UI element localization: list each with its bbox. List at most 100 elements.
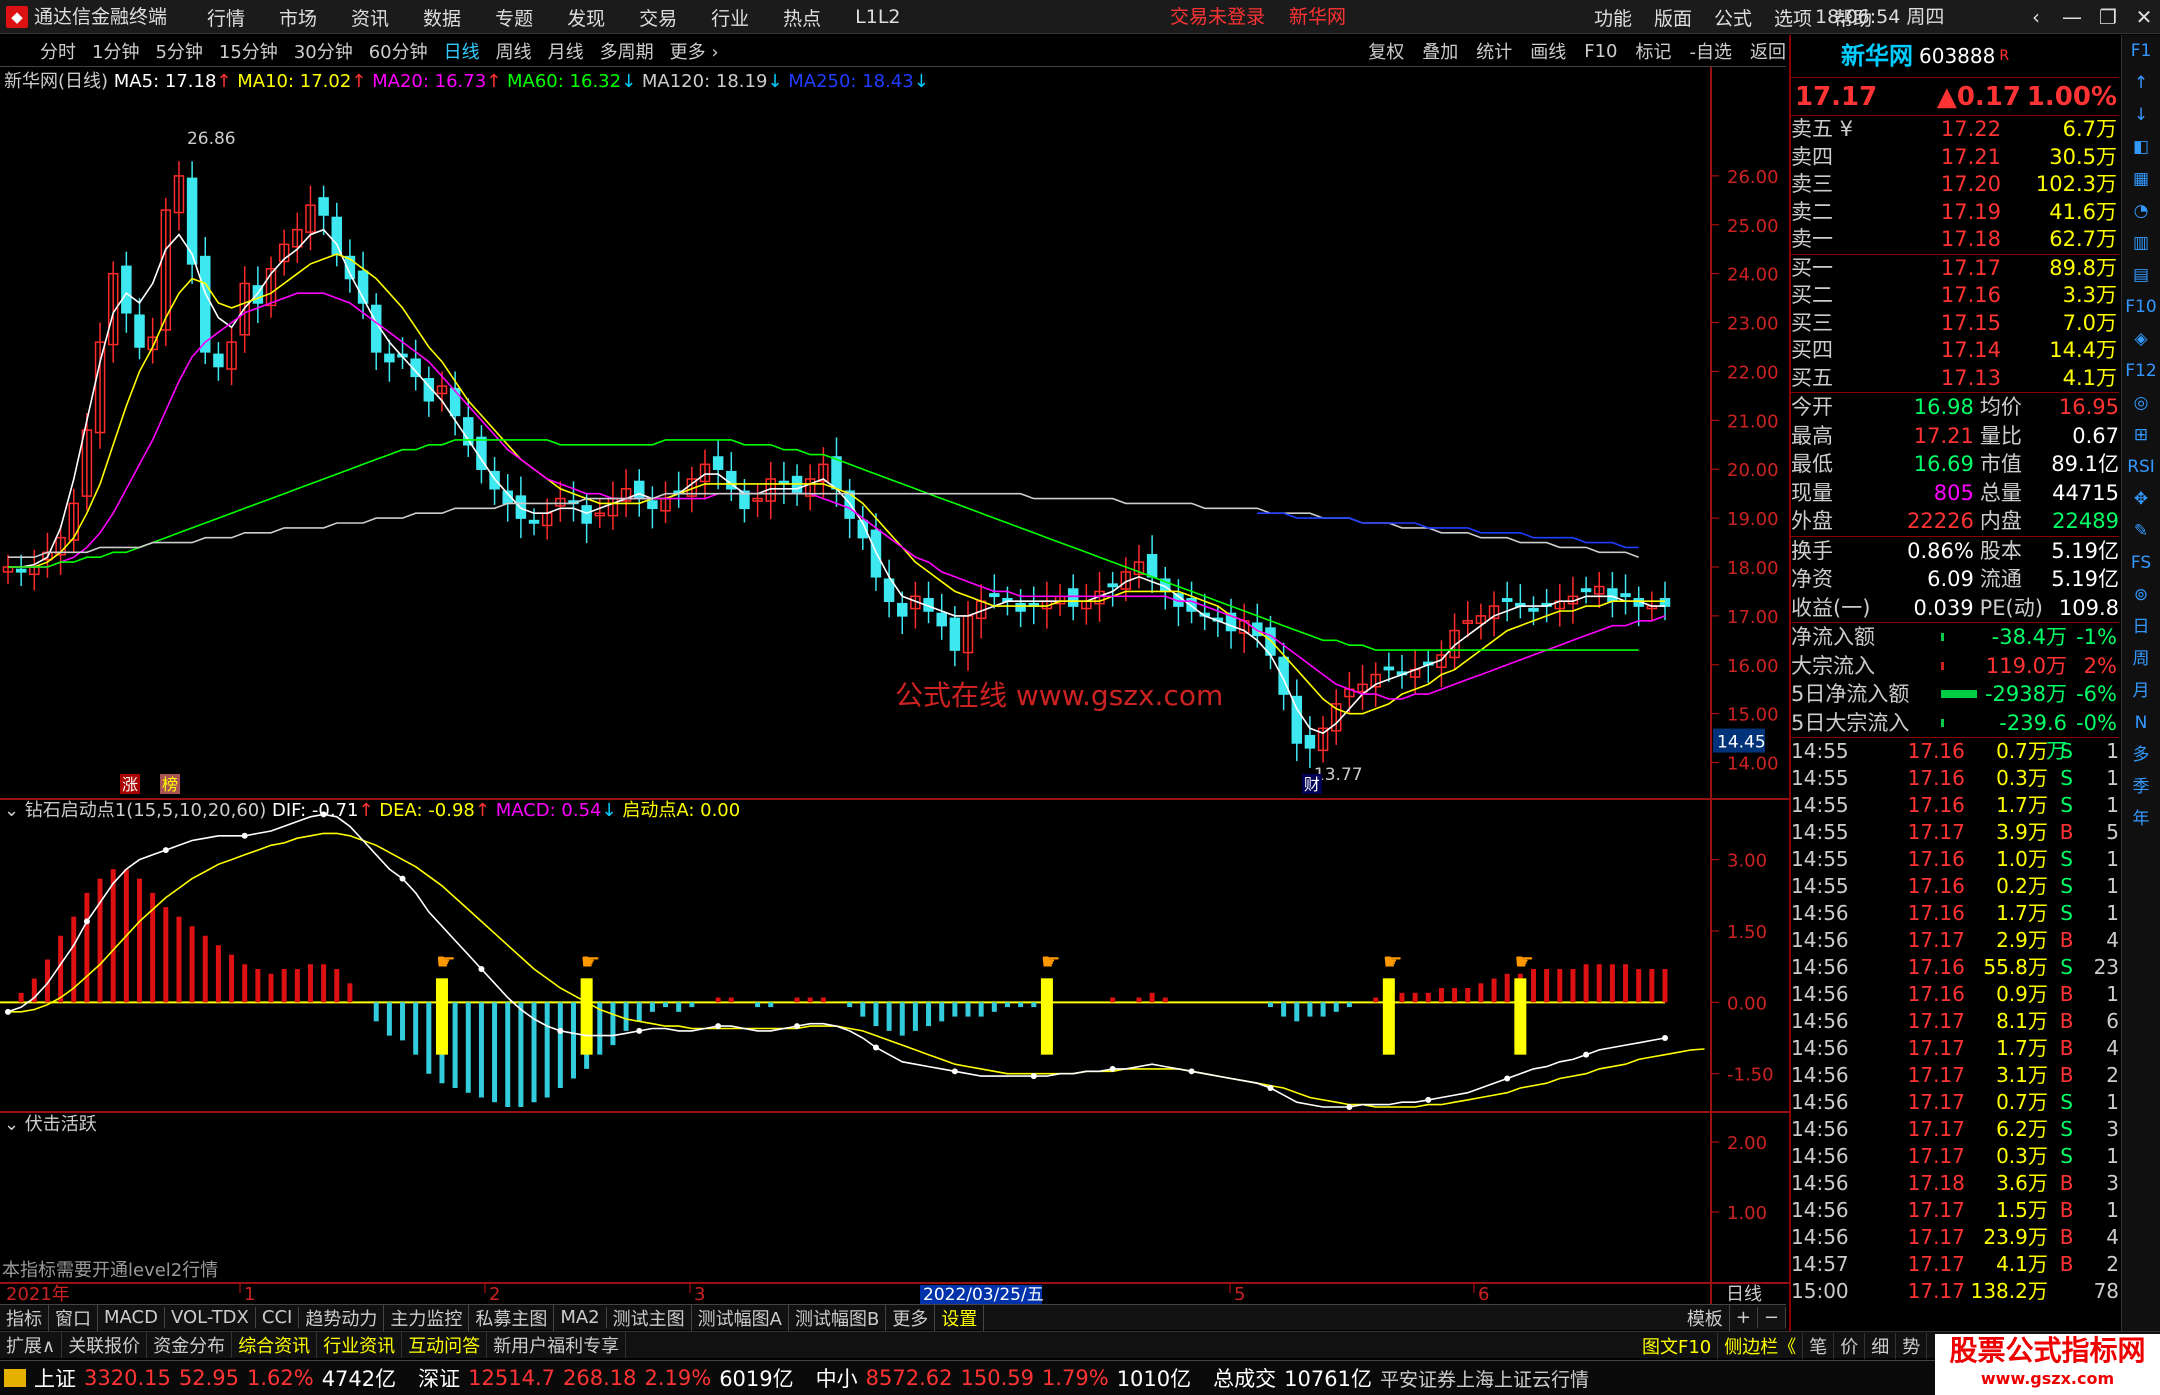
tick-row[interactable]: 14:56 17.17 8.1万 B 6 <box>1791 1008 2119 1035</box>
tick-row[interactable]: 14:56 17.17 23.9万 B 4 <box>1791 1224 2119 1251</box>
indicator-tab-7[interactable]: 私募主图 <box>469 1304 555 1331</box>
menu-item-4[interactable]: 专题 <box>495 4 533 31</box>
back-icon[interactable]: ‹ <box>2018 5 2054 29</box>
panel-toggle-3[interactable]: 价 <box>1834 1332 1866 1359</box>
tick-row[interactable]: 14:57 17.17 4.1万 B 2 <box>1791 1251 2119 1278</box>
tick-row[interactable]: 14:56 17.16 0.9万 B 1 <box>1791 981 2119 1008</box>
extension-tab-5[interactable]: 互动问答 <box>402 1332 488 1358</box>
index-name[interactable]: 上证 <box>34 1363 76 1393</box>
login-warning[interactable]: 交易未登录 新华网 <box>1170 0 1346 34</box>
index-name[interactable]: 中小 <box>816 1363 858 1393</box>
tick-row[interactable]: 15:00 17.17 138.2万 78 <box>1791 1278 2119 1305</box>
panel-toggle-5[interactable]: 势 <box>1896 1332 1928 1359</box>
tool-button-2[interactable]: 统计 <box>1476 38 1512 64</box>
tick-row[interactable]: 14:56 17.18 3.6万 B 3 <box>1791 1170 2119 1197</box>
indicator-tab-5[interactable]: 趋势动力 <box>299 1304 385 1331</box>
panel-toggle-4[interactable]: 细 <box>1865 1332 1897 1359</box>
panel-toggle-0[interactable]: 图文F10 <box>1636 1332 1719 1359</box>
menu-item-5[interactable]: 发现 <box>567 4 605 31</box>
menu-item-6[interactable]: 交易 <box>639 4 677 31</box>
period-tab-4[interactable]: 30分钟 <box>294 38 353 64</box>
period-tab-0[interactable]: 分时 <box>40 38 76 64</box>
close-icon[interactable]: ✕ <box>2126 5 2160 29</box>
extension-tab-2[interactable]: 资金分布 <box>147 1332 233 1358</box>
tick-row[interactable]: 14:56 17.16 55.8万 S 23 <box>1791 954 2119 981</box>
side-icon-15[interactable]: ✎ <box>2122 515 2160 547</box>
tick-row[interactable]: 14:56 17.16 1.7万 S 1 <box>1791 900 2119 927</box>
tick-row[interactable]: 14:55 17.16 0.2万 S 1 <box>1791 873 2119 900</box>
menu-item-8[interactable]: 热点 <box>783 4 821 31</box>
tool-button-6[interactable]: -自选 <box>1690 38 1733 64</box>
side-icon-14[interactable]: ✥ <box>2122 483 2160 515</box>
extension-tab-3[interactable]: 综合资讯 <box>232 1332 318 1358</box>
side-icon-18[interactable]: 日 <box>2122 611 2160 643</box>
extension-tab-6[interactable]: 新用户福利专享 <box>487 1332 627 1358</box>
tick-row[interactable]: 14:56 17.17 1.5万 B 1 <box>1791 1197 2119 1224</box>
template-button-0[interactable]: 模板 <box>1681 1304 1730 1331</box>
panel-toggle-1[interactable]: 侧边栏《 <box>1718 1332 1804 1359</box>
side-icon-13[interactable]: RSI <box>2122 451 2160 483</box>
side-icon-7[interactable]: ▤ <box>2122 259 2160 291</box>
menu-item-9[interactable]: L1L2 <box>855 6 900 28</box>
menu-item-0[interactable]: 行情 <box>207 4 245 31</box>
period-tab-5[interactable]: 60分钟 <box>369 38 428 64</box>
tick-row[interactable]: 14:56 17.17 0.3万 S 1 <box>1791 1143 2119 1170</box>
side-icon-8[interactable]: F10 <box>2122 291 2160 323</box>
side-icon-4[interactable]: ▦ <box>2122 163 2160 195</box>
indicator-tab-9[interactable]: 测试主图 <box>607 1304 692 1331</box>
tick-row[interactable]: 14:56 17.17 3.1万 B 2 <box>1791 1062 2119 1089</box>
menu-item-2[interactable]: 资讯 <box>351 4 389 31</box>
period-tab-6[interactable]: 日线 <box>444 38 480 64</box>
side-icon-19[interactable]: 周 <box>2122 643 2160 675</box>
tick-row[interactable]: 14:56 17.17 1.7万 B 4 <box>1791 1035 2119 1062</box>
side-icon-2[interactable]: ↓ <box>2122 99 2160 131</box>
menu-item-1[interactable]: 市场 <box>279 4 317 31</box>
tick-row[interactable]: 14:55 17.17 3.9万 B 5 <box>1791 819 2119 846</box>
right-menu-item-0[interactable]: 功能 <box>1594 4 1632 31</box>
trade-login-status[interactable]: 交易未登录 <box>1170 0 1265 34</box>
right-menu-item-1[interactable]: 版面 <box>1654 4 1692 31</box>
tool-button-3[interactable]: 画线 <box>1530 38 1566 64</box>
side-icon-0[interactable]: F1 <box>2122 35 2160 67</box>
panel-toggle-2[interactable]: 笔 <box>1803 1332 1835 1359</box>
tick-row[interactable]: 14:55 17.16 1.0万 S 1 <box>1791 846 2119 873</box>
restore-icon[interactable]: ❐ <box>2090 5 2126 29</box>
right-menu-item-2[interactable]: 公式 <box>1714 4 1752 31</box>
side-icon-10[interactable]: F12 <box>2122 355 2160 387</box>
indicator-tab-3[interactable]: VOL-TDX <box>165 1307 256 1328</box>
indicator-tab-1[interactable]: 窗口 <box>49 1304 98 1331</box>
period-tab-10[interactable]: 更多 › <box>670 38 719 64</box>
period-tab-8[interactable]: 月线 <box>548 38 584 64</box>
tool-button-1[interactable]: 叠加 <box>1422 38 1458 64</box>
period-tab-9[interactable]: 多周期 <box>600 38 654 64</box>
index-name[interactable]: 深证 <box>418 1363 460 1393</box>
tick-row[interactable]: 14:56 17.17 0.7万 S 1 <box>1791 1089 2119 1116</box>
menu-item-3[interactable]: 数据 <box>423 4 461 31</box>
minimize-icon[interactable]: — <box>2054 5 2090 29</box>
side-icon-17[interactable]: ⊚ <box>2122 579 2160 611</box>
side-icon-12[interactable]: ⊞ <box>2122 419 2160 451</box>
tick-row[interactable]: 14:56 17.17 6.2万 S 3 <box>1791 1116 2119 1143</box>
tick-row[interactable]: 14:55 17.16 0.7万 S 1 <box>1791 738 2119 765</box>
side-icon-5[interactable]: ◔ <box>2122 195 2160 227</box>
side-icon-16[interactable]: FS <box>2122 547 2160 579</box>
indicator-tab-12[interactable]: 更多 <box>886 1304 936 1331</box>
right-menu-item-3[interactable]: 选项 <box>1774 4 1812 31</box>
tool-button-4[interactable]: F10 <box>1584 41 1617 62</box>
indicator-tab-0[interactable]: 指标 <box>0 1304 49 1331</box>
indicator-tab-4[interactable]: CCI <box>256 1307 300 1328</box>
kline-chart[interactable]: 14.0015.0016.0017.0018.0019.0020.0021.00… <box>0 67 1789 1304</box>
menu-item-7[interactable]: 行业 <box>711 4 749 31</box>
extension-tab-4[interactable]: 行业资讯 <box>317 1332 403 1358</box>
side-icon-9[interactable]: ◈ <box>2122 323 2160 355</box>
indicator-tab-2[interactable]: MACD <box>98 1307 165 1328</box>
indicator-tab-11[interactable]: 测试幅图B <box>789 1304 887 1331</box>
tool-button-0[interactable]: 复权 <box>1368 38 1404 64</box>
tick-row[interactable]: 14:56 17.17 2.9万 B 4 <box>1791 927 2119 954</box>
tick-row[interactable]: 14:55 17.16 1.7万 S 1 <box>1791 792 2119 819</box>
period-tab-3[interactable]: 15分钟 <box>219 38 278 64</box>
side-icon-11[interactable]: ◎ <box>2122 387 2160 419</box>
period-tab-1[interactable]: 1分钟 <box>92 38 139 64</box>
extension-tab-1[interactable]: 关联报价 <box>62 1332 148 1358</box>
indicator-tab-6[interactable]: 主力监控 <box>384 1304 470 1331</box>
